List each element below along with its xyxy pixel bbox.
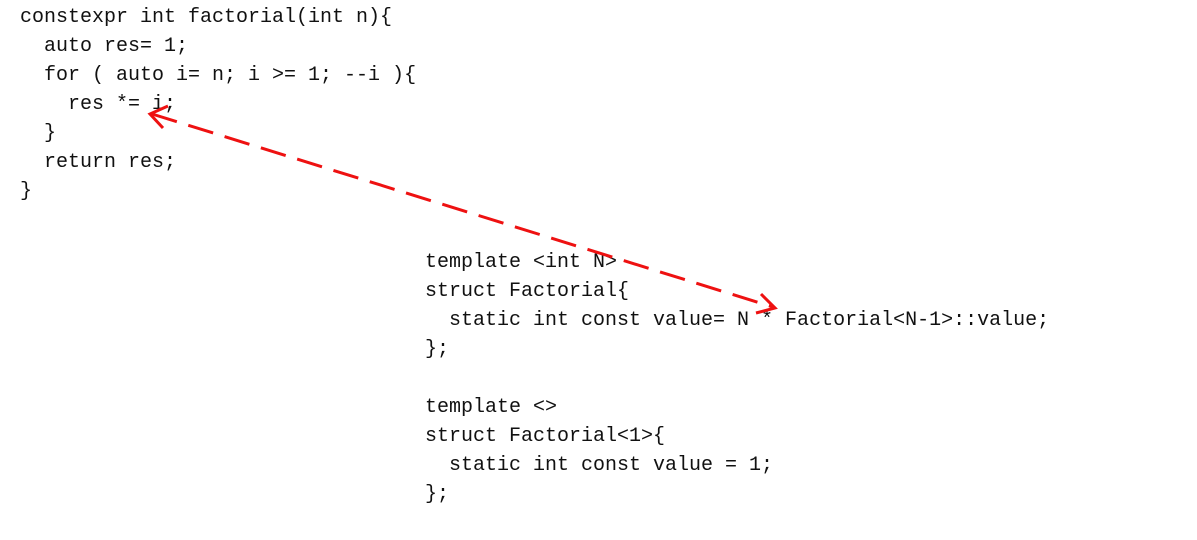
connector-arrow <box>147 104 778 315</box>
dashed-arrow-line <box>151 112 774 309</box>
arrowhead-end-icon <box>755 292 778 315</box>
